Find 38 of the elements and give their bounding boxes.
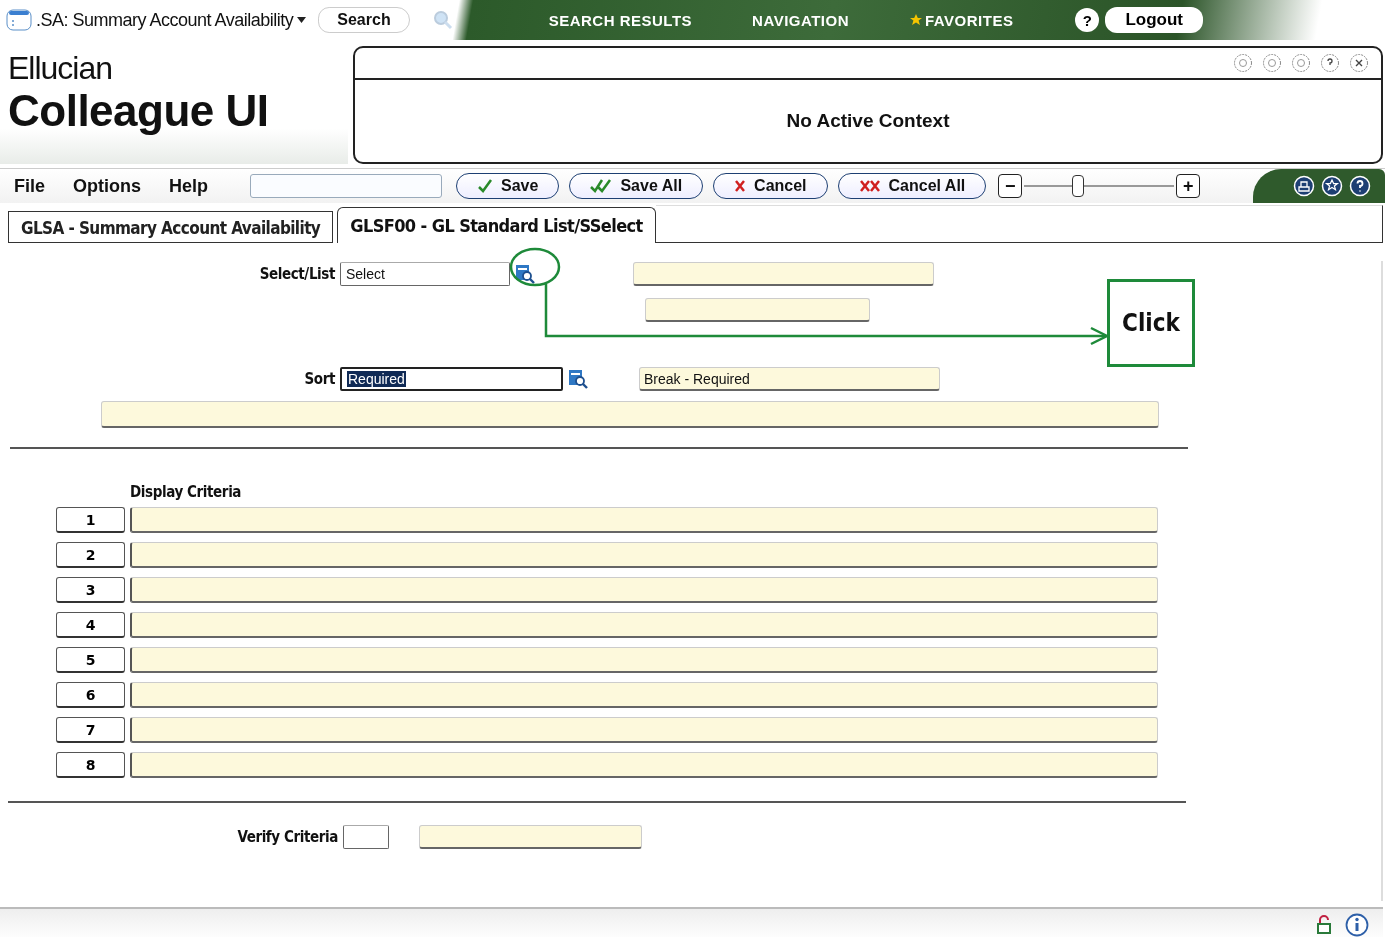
toolbar-button[interactable]: Cancel All [837, 173, 987, 199]
zoom-in-button[interactable]: + [1176, 174, 1201, 198]
select-list-field[interactable]: Select [340, 262, 510, 286]
field-label: Sort [303, 370, 336, 388]
nav-link[interactable]: SEARCH RESULTS [548, 11, 693, 29]
context-message: No Active Context [786, 110, 950, 132]
break-field: Break - Required [639, 367, 940, 391]
tab[interactable]: GLSF00 - GL Standard List/SSelect [337, 207, 656, 243]
row-number-button[interactable]: 4 [56, 612, 125, 638]
row-number-button[interactable]: 2 [56, 542, 125, 568]
toolbar-button[interactable]: Save [456, 173, 560, 199]
search-button[interactable]: Search [318, 7, 410, 33]
menu-item[interactable]: File [14, 175, 45, 197]
logout-button[interactable]: Logout [1105, 7, 1204, 33]
field-label: Verify Criteria [236, 828, 339, 846]
section-label: Display Criteria [130, 483, 243, 501]
menu-item[interactable]: Help [169, 175, 209, 197]
menu-item[interactable]: Options [73, 175, 141, 197]
row-number-button[interactable]: 6 [56, 682, 125, 708]
row-number-button[interactable]: 8 [56, 752, 125, 778]
sort-field[interactable]: Required [340, 367, 563, 391]
help-button[interactable]: ? [1075, 8, 1100, 32]
field-label: Select/List [258, 265, 336, 283]
nav-link[interactable]: FAVORITES [909, 11, 1014, 29]
row-number-button[interactable]: 5 [56, 647, 125, 673]
form-selector[interactable]: .SA: Summary Account Availability [0, 3, 313, 37]
row-number-button[interactable]: 7 [56, 717, 125, 743]
row-number-button[interactable]: 1 [56, 507, 125, 533]
nav-link[interactable]: NAVIGATION [752, 11, 850, 29]
zoom-out-button[interactable]: − [998, 174, 1023, 198]
callout-label: Click [1107, 279, 1195, 367]
sort-value: Required [347, 371, 406, 387]
tab[interactable]: GLSA - Summary Account Availability [8, 211, 334, 243]
toolbar-button[interactable]: Save All [569, 173, 704, 199]
product-name: Colleague UI [8, 87, 270, 135]
row-number-button[interactable]: 3 [56, 577, 125, 603]
brand-name: Ellucian [8, 50, 114, 87]
toolbar-button[interactable]: Cancel [713, 173, 828, 199]
